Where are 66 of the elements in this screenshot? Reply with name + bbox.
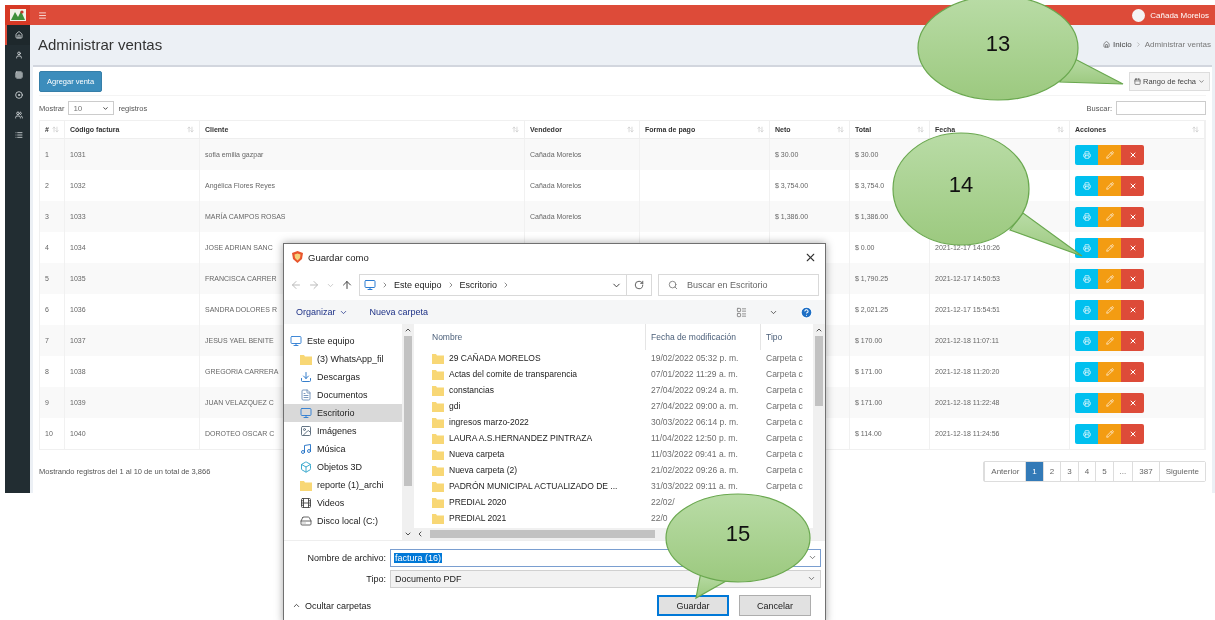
user-menu[interactable]: Cañada Morelos — [1132, 8, 1209, 22]
file-row[interactable]: 29 CAÑADA MORELOS — [414, 350, 646, 366]
breadcrumb-link[interactable]: Inicio — [1113, 39, 1132, 49]
hide-folders-button[interactable]: Ocultar carpetas — [292, 600, 372, 611]
page-button[interactable]: 1 — [1025, 462, 1043, 481]
file-type: Carpeta c — [766, 385, 803, 395]
file-date: 11/03/2022 09:41 a. m. — [651, 449, 738, 459]
organize-menu[interactable]: Organizar — [296, 307, 348, 317]
column-header[interactable]: Fecha de modificación — [646, 324, 761, 350]
type-label: Tipo: — [365, 573, 386, 584]
file-date: 30/03/2022 06:14 p. m. — [651, 417, 739, 427]
file-type: Carpeta c — [766, 433, 803, 443]
file-date: 19/02/2022 05:32 p. m. — [651, 353, 739, 363]
nav-item[interactable]: Descargas — [284, 368, 402, 386]
file-date: 22/02/ — [651, 497, 675, 507]
nav-item[interactable]: (3) WhatsApp_fil — [284, 350, 402, 368]
nav-item[interactable]: Disco local (C:) — [284, 512, 402, 530]
path-segment[interactable]: Escritorio — [459, 280, 498, 290]
nav-item[interactable]: Escritorio — [284, 404, 402, 422]
column-header[interactable]: Nombre — [414, 324, 646, 350]
nav-item[interactable]: Objetos 3D — [284, 458, 402, 476]
page-button[interactable]: Siguiente — [1158, 462, 1205, 481]
address-bar[interactable]: Este equipo Escritorio — [359, 274, 627, 296]
file-row[interactable]: PREDIAL 2020 — [414, 494, 646, 510]
callout-number: 13 — [985, 31, 1011, 57]
cancel-button[interactable]: Cancelar — [739, 595, 811, 616]
file-date: 31/03/2022 09:11 a. m. — [651, 481, 738, 491]
file-type: Carpeta c — [766, 401, 803, 411]
nav-item[interactable]: Videos — [284, 494, 402, 512]
file-type: Carpeta c — [766, 481, 803, 491]
file-row[interactable]: gdi — [414, 398, 646, 414]
nav-item[interactable]: Este equipo — [284, 332, 402, 350]
new-folder-button[interactable]: Nueva carpeta — [369, 307, 429, 317]
file-row[interactable]: Actas del comite de transparencia — [414, 366, 646, 382]
save-button[interactable]: Guardar — [657, 595, 729, 616]
search-field[interactable]: Buscar en Escritorio — [658, 274, 819, 296]
filename-label: Nombre de archivo: — [306, 552, 386, 563]
file-type: Carpeta c — [766, 417, 803, 427]
file-date: 27/04/2022 09:00 a. m. — [651, 401, 739, 411]
page-title: Administrar ventas — [38, 35, 163, 53]
file-type: Carpeta c — [766, 369, 803, 379]
file-date: 22/0 — [651, 513, 668, 523]
file-row[interactable]: LAURA A.S.HERNANDEZ PINTRAZA — [414, 430, 646, 446]
column-header[interactable]: Tipo — [761, 324, 813, 350]
file-date: 11/04/2022 12:50 p. m. — [651, 433, 738, 443]
file-row[interactable]: PREDIAL 2021 — [414, 510, 646, 526]
file-row[interactable]: ingresos marzo-2022 — [414, 414, 646, 430]
file-date: 07/01/2022 11:29 a. m. — [651, 369, 738, 379]
callout-number: 15 — [725, 521, 751, 547]
nav-item[interactable]: Música — [284, 440, 402, 458]
file-type: Carpeta c — [766, 465, 803, 475]
file-date: 21/02/2022 09:26 a. m. — [651, 465, 739, 475]
dialog-title: Guardar como — [308, 251, 370, 263]
callout-number: 14 — [948, 172, 974, 198]
path-segment[interactable]: Este equipo — [394, 280, 442, 290]
file-row[interactable]: PADRÓN MUNICIPAL ACTUALIZADO DE ... — [414, 478, 646, 494]
page-size-select[interactable]: 10 — [68, 101, 115, 115]
file-date: 27/04/2022 09:24 a. m. — [651, 385, 739, 395]
nav-item[interactable]: Imágenes — [284, 422, 402, 440]
file-row[interactable]: constancias — [414, 382, 646, 398]
file-row[interactable]: Nueva carpeta — [414, 446, 646, 462]
file-type: Carpeta c — [766, 449, 803, 459]
nav-item[interactable]: Documentos — [284, 386, 402, 404]
file-row[interactable]: Nueva carpeta (2) — [414, 462, 646, 478]
nav-item[interactable]: reporte (1)_archi — [284, 476, 402, 494]
file-type: Carpeta c — [766, 353, 803, 363]
